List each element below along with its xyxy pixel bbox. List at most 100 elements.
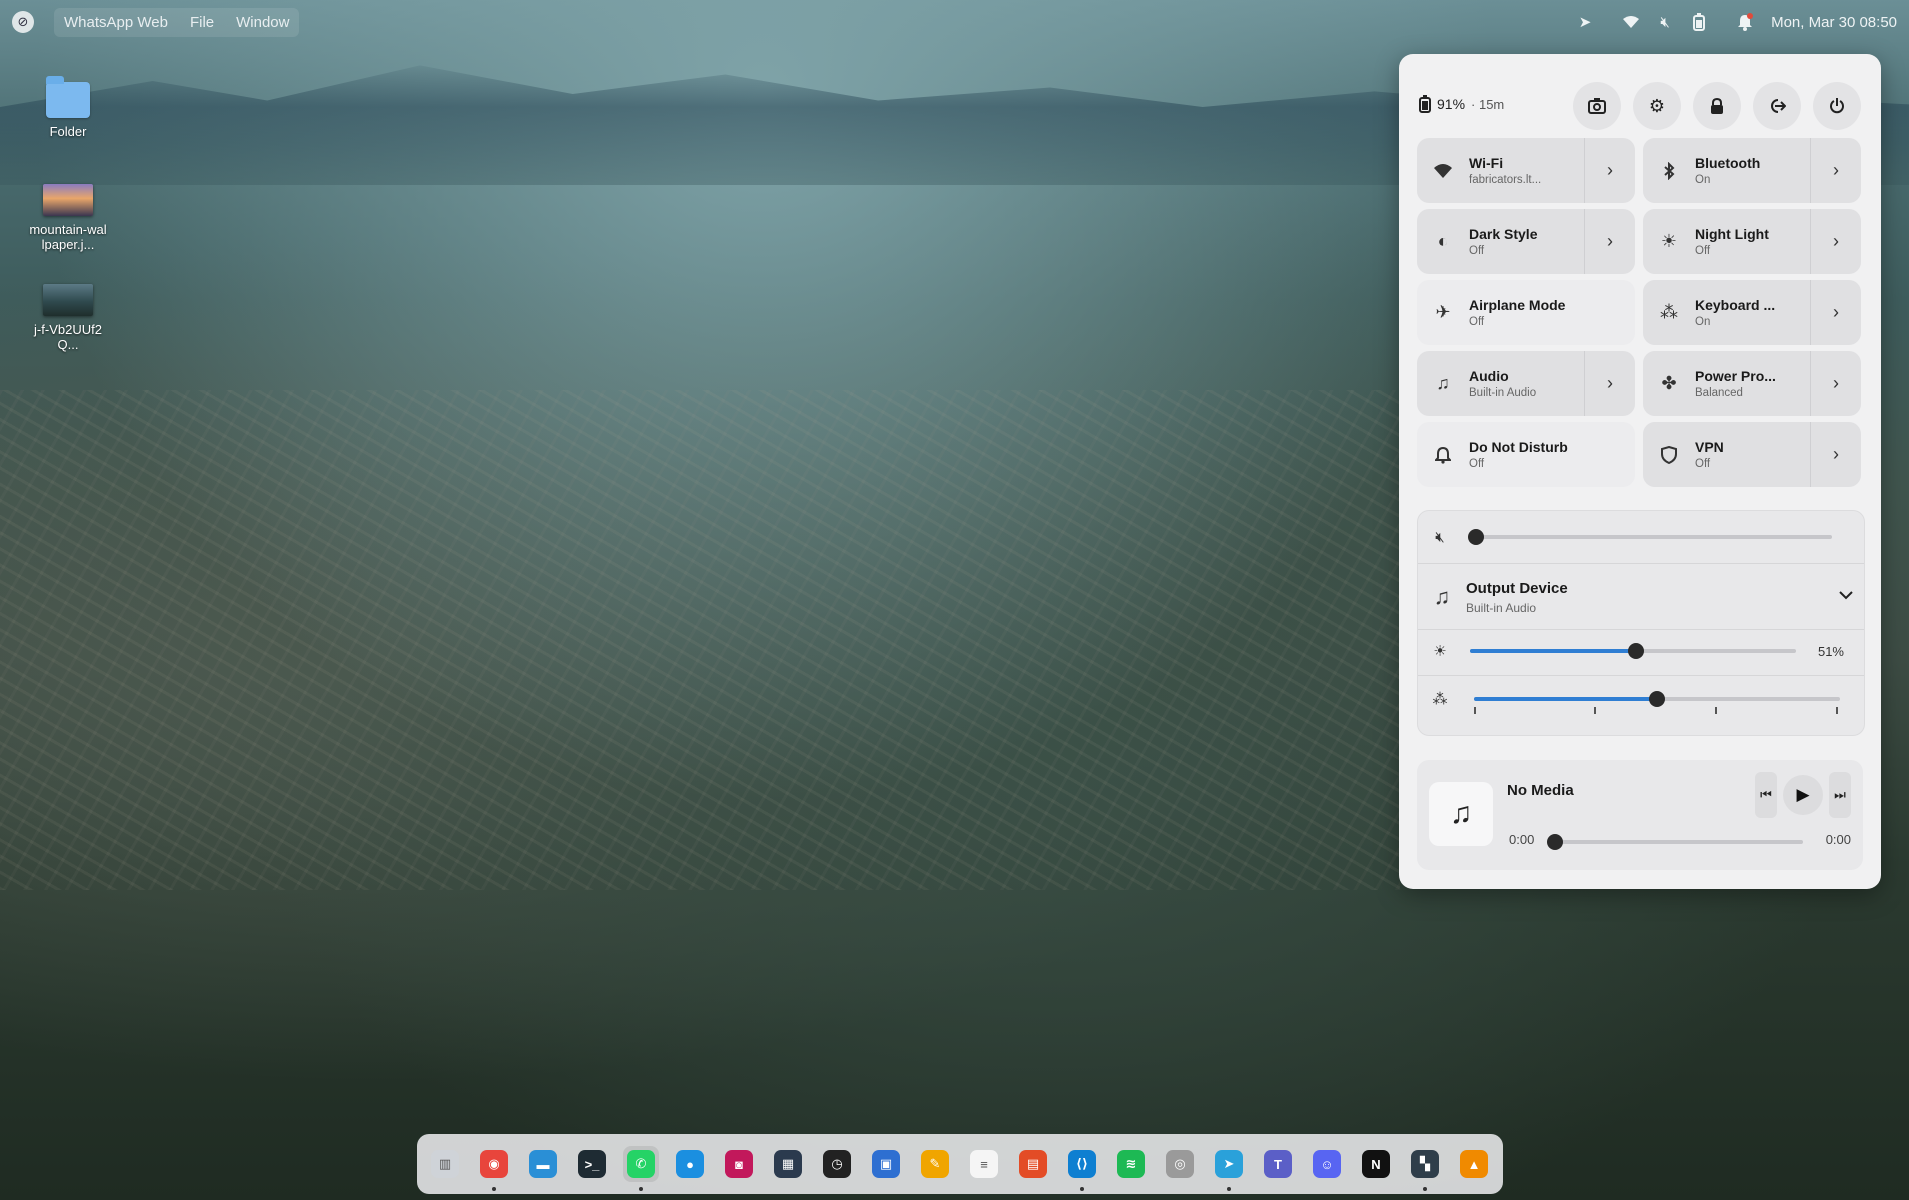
- music-note-icon: ♫: [1429, 782, 1493, 846]
- volume-muted-icon[interactable]: 🔇︎: [1418, 529, 1462, 546]
- battery-remaining: · 15m: [1471, 96, 1505, 112]
- chevron-down-icon[interactable]: [1838, 587, 1854, 605]
- audio-device-icon: ♫: [1433, 584, 1451, 609]
- tile-vpn[interactable]: VPN Off ›: [1643, 422, 1861, 487]
- app-menu: WhatsApp Web File Window: [54, 7, 300, 37]
- logout-button[interactable]: [1753, 82, 1801, 130]
- discord-icon[interactable]: ☺: [1309, 1146, 1345, 1182]
- audio-menu-arrow[interactable]: ›: [1584, 351, 1635, 416]
- volume-slider-handle[interactable]: [1468, 529, 1484, 545]
- notion-icon[interactable]: N: [1358, 1146, 1394, 1182]
- tile-dark-style[interactable]: ◐ Dark Style Off ›: [1417, 209, 1635, 274]
- tile-keyboard-backlight[interactable]: ⁂ Keyboard ... On ›: [1643, 280, 1861, 345]
- media-player: ♫ No Media ⏮︎ ▶ ⏭︎ 0:00 0:00: [1417, 760, 1863, 870]
- tile-label: Audio: [1469, 368, 1509, 384]
- calculator-icon[interactable]: ▦: [770, 1146, 806, 1182]
- pencil-icon[interactable]: ✎: [917, 1146, 953, 1182]
- tile-label: Power Pro...: [1695, 368, 1776, 384]
- keyboard-menu-arrow[interactable]: ›: [1810, 280, 1861, 345]
- power-profile-menu-arrow[interactable]: ›: [1810, 351, 1861, 416]
- settings-button[interactable]: ⚙: [1633, 82, 1681, 130]
- divider: [1418, 675, 1864, 676]
- brightness-slider-handle[interactable]: [1628, 643, 1645, 659]
- media-controls: ⏮︎ ▶ ⏭︎: [1755, 772, 1851, 818]
- desktop-icon-mountain-wallpaper[interactable]: mountain-wallpaper.j...: [18, 184, 118, 252]
- text-editor-icon[interactable]: ≡: [966, 1146, 1002, 1182]
- media-progress-handle[interactable]: [1547, 834, 1563, 850]
- telegram-icon[interactable]: ➤: [1211, 1146, 1247, 1191]
- battery-status-icon: [1687, 10, 1711, 34]
- media-duration: 0:00: [1825, 832, 1851, 847]
- tile-wifi[interactable]: Wi-Fi fabricators.lt... ›: [1417, 138, 1635, 203]
- chrome-icon[interactable]: ◉: [476, 1146, 512, 1191]
- desktop-icon-jf-image[interactable]: j-f-Vb2UUf2Q...: [18, 284, 118, 352]
- dark-style-icon: ◐: [1437, 231, 1449, 251]
- brightness-slider[interactable]: [1470, 643, 1796, 659]
- screenshot-button[interactable]: [1573, 82, 1621, 130]
- play-button[interactable]: ▶: [1783, 775, 1823, 815]
- system-menu-icon[interactable]: ⊘: [12, 11, 34, 33]
- battery-percent: 91%: [1437, 96, 1466, 112]
- tile-label: Bluetooth: [1695, 155, 1761, 171]
- logout-icon: [1771, 99, 1786, 113]
- previous-track-button[interactable]: ⏮︎: [1755, 772, 1777, 818]
- file-manager-icon[interactable]: ▬: [525, 1146, 561, 1182]
- tile-status: Balanced: [1695, 387, 1743, 399]
- system-indicators[interactable]: 🔇︎: [1611, 6, 1719, 38]
- media-title: No Media: [1507, 782, 1574, 799]
- lock-button[interactable]: [1693, 82, 1741, 130]
- tile-airplane-mode[interactable]: ✈ Airplane Mode Off: [1417, 280, 1635, 345]
- keyboard-backlight-slider-handle[interactable]: [1649, 691, 1665, 707]
- keyboard-backlight-slider[interactable]: [1474, 691, 1840, 707]
- disk-icon[interactable]: ◎: [1162, 1146, 1198, 1182]
- tile-label: Do Not Disturb: [1469, 439, 1568, 455]
- software-store-icon[interactable]: ▣: [868, 1146, 904, 1182]
- tile-status: Built-in Audio: [1469, 387, 1537, 399]
- tile-night-light[interactable]: ☀ Night Light Off ›: [1643, 209, 1861, 274]
- vlc-icon[interactable]: ▲: [1456, 1146, 1492, 1182]
- camera-icon[interactable]: ◙: [721, 1146, 757, 1182]
- terminal-icon[interactable]: >_: [574, 1146, 610, 1182]
- power-button[interactable]: [1813, 82, 1861, 130]
- image-thumbnail-icon: [43, 184, 93, 216]
- tile-audio[interactable]: ♫ Audio Built-in Audio ›: [1417, 351, 1635, 416]
- desktop-icon-label: Folder: [49, 124, 87, 139]
- bluetooth-icon: [1643, 161, 1695, 180]
- dock: ▥ ◉ ▬ >_ ✆ ● ◙ ▦ ◷ ▣ ✎ ≡ ▤ ⟨⟩ ≋ ◎ ➤ T ☺ N ▚ ▲: [417, 1134, 1503, 1194]
- tile-label: Airplane Mode: [1469, 297, 1566, 313]
- quick-settings-tiles: Wi-Fi fabricators.lt... › Bluetooth On › ◐…: [1417, 138, 1863, 487]
- office-icon[interactable]: ▤: [1015, 1146, 1051, 1182]
- vscode-icon[interactable]: ⟨⟩: [1064, 1146, 1100, 1191]
- files-sidebar-icon[interactable]: ▥: [427, 1146, 463, 1182]
- browser-globe-icon[interactable]: ●: [672, 1146, 708, 1182]
- window-manager-icon[interactable]: ▚: [1407, 1146, 1443, 1191]
- media-progress-slider[interactable]: [1547, 834, 1803, 850]
- whatsapp-icon[interactable]: ✆: [623, 1146, 659, 1191]
- clock[interactable]: Mon, Mar 30 08:50: [1771, 14, 1897, 31]
- output-device-selector[interactable]: ♫ Output Device Built-in Audio: [1418, 567, 1864, 627]
- desktop-icon-label: mountain-wallpaper.j...: [29, 222, 107, 252]
- bluetooth-menu-arrow[interactable]: ›: [1810, 138, 1861, 203]
- tile-power-profile[interactable]: ✤ Power Pro... Balanced ›: [1643, 351, 1861, 416]
- volume-slider[interactable]: [1468, 529, 1832, 545]
- window-menu[interactable]: Window: [236, 14, 289, 31]
- image-thumbnail-icon: [43, 284, 93, 316]
- teams-icon[interactable]: T: [1260, 1146, 1296, 1182]
- file-menu[interactable]: File: [190, 14, 214, 31]
- tile-do-not-disturb[interactable]: Do Not Disturb Off: [1417, 422, 1635, 487]
- telegram-tray-icon[interactable]: ➤: [1573, 10, 1597, 34]
- night-light-menu-arrow[interactable]: ›: [1810, 209, 1861, 274]
- desktop-icon-label: j-f-Vb2UUf2Q...: [34, 322, 102, 352]
- media-position: 0:00: [1509, 832, 1535, 847]
- clock-icon[interactable]: ◷: [819, 1146, 855, 1182]
- wifi-menu-arrow[interactable]: ›: [1584, 138, 1635, 203]
- notification-bell-icon[interactable]: [1733, 10, 1757, 34]
- next-track-button[interactable]: ⏭︎: [1829, 772, 1851, 818]
- play-icon: ▶: [1796, 785, 1810, 804]
- desktop-icon-folder[interactable]: Folder: [18, 76, 118, 139]
- dark-style-menu-arrow[interactable]: ›: [1584, 209, 1635, 274]
- spotify-icon[interactable]: ≋: [1113, 1146, 1149, 1182]
- tile-bluetooth[interactable]: Bluetooth On ›: [1643, 138, 1861, 203]
- app-name-menu[interactable]: WhatsApp Web: [64, 14, 168, 31]
- vpn-menu-arrow[interactable]: ›: [1810, 422, 1861, 487]
